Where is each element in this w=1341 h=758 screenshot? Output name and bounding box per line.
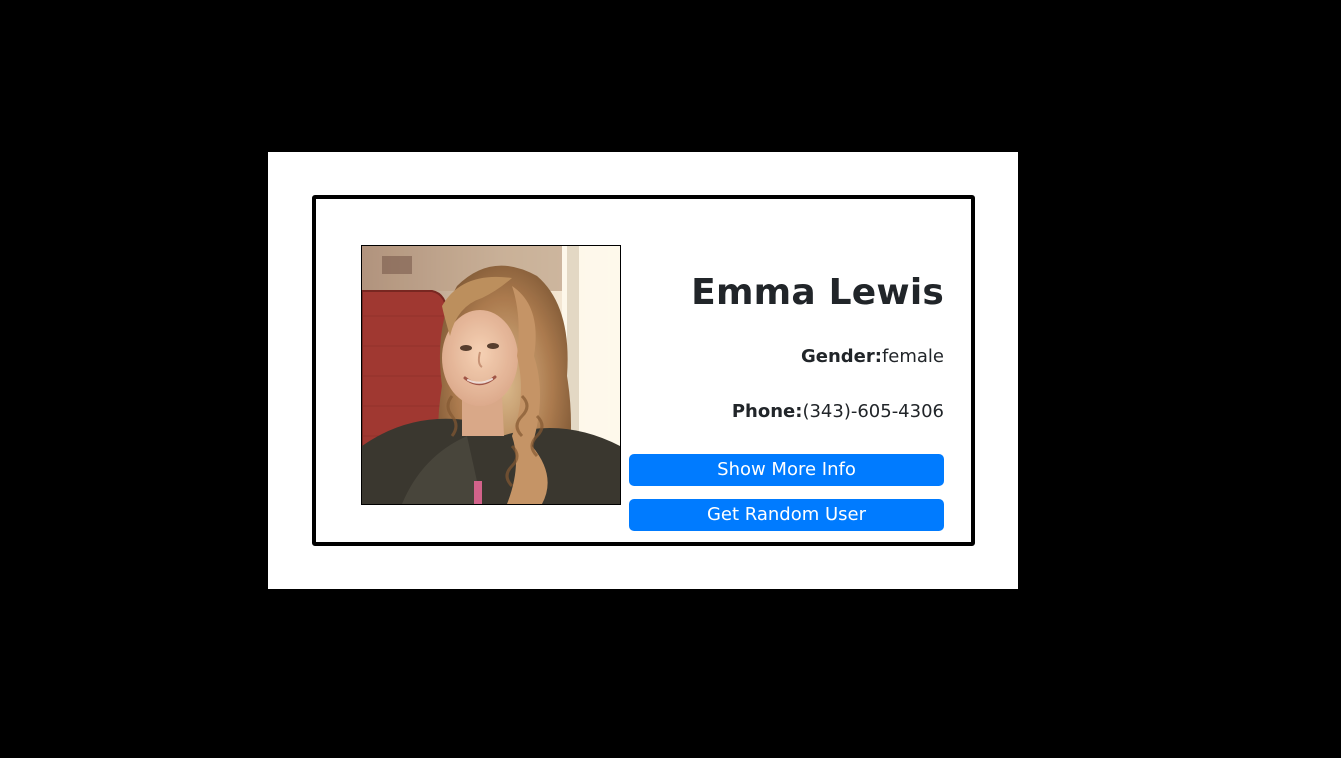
phone-value: (343)-605-4306 bbox=[802, 401, 944, 422]
gender-label: Gender: bbox=[800, 346, 882, 367]
profile-panel: Emma Lewis Gender:female Phone:(343)-605… bbox=[268, 152, 1018, 589]
gender-value: female bbox=[881, 346, 944, 367]
user-name: Emma Lewis bbox=[691, 272, 944, 313]
get-random-user-button[interactable]: Get Random User bbox=[629, 499, 944, 531]
user-card: Emma Lewis Gender:female Phone:(343)-605… bbox=[312, 195, 975, 546]
user-photo bbox=[361, 245, 621, 505]
portrait-image bbox=[362, 246, 620, 504]
phone-label: Phone: bbox=[731, 401, 803, 422]
gender-row: Gender:female bbox=[801, 346, 944, 367]
show-more-info-button[interactable]: Show More Info bbox=[629, 454, 944, 486]
page-background: Emma Lewis Gender:female Phone:(343)-605… bbox=[0, 0, 1341, 758]
phone-row: Phone:(343)-605-4306 bbox=[732, 401, 944, 422]
